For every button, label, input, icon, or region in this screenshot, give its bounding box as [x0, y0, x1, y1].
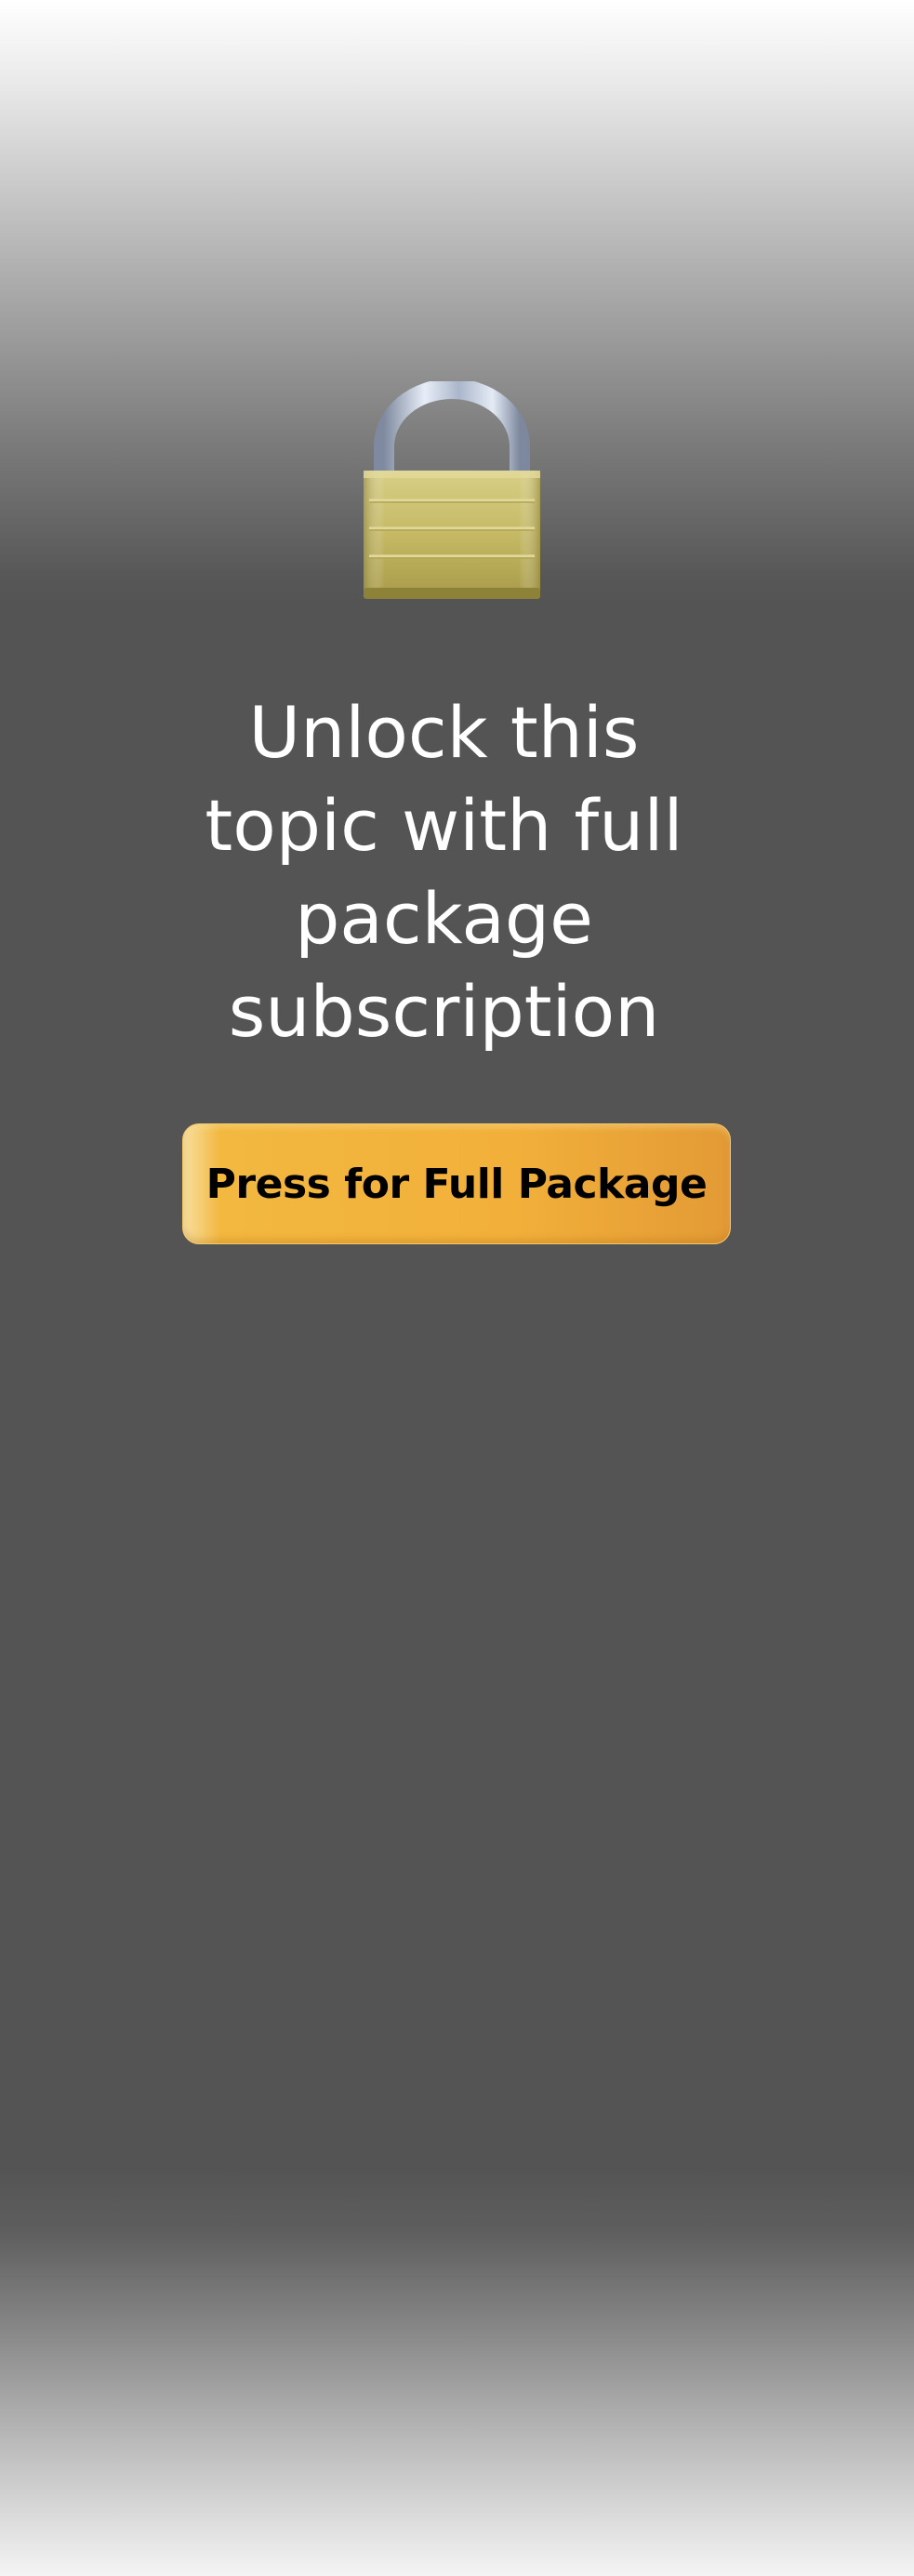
full-package-button-label: Press for Full Package	[205, 1160, 708, 1208]
unlock-message: Unlock this topic with full package subs…	[139, 686, 748, 1058]
unlock-message-line-2: topic with full	[205, 784, 683, 867]
unlock-message-line-4: subscription	[228, 970, 660, 1053]
full-package-button[interactable]: Press for Full Package	[182, 1123, 731, 1244]
unlock-message-line-3: package	[295, 877, 593, 960]
padlock-icon	[356, 381, 548, 604]
locked-topic-screen: Unlock this topic with full package subs…	[0, 0, 914, 2576]
unlock-message-line-1: Unlock this	[248, 691, 640, 774]
